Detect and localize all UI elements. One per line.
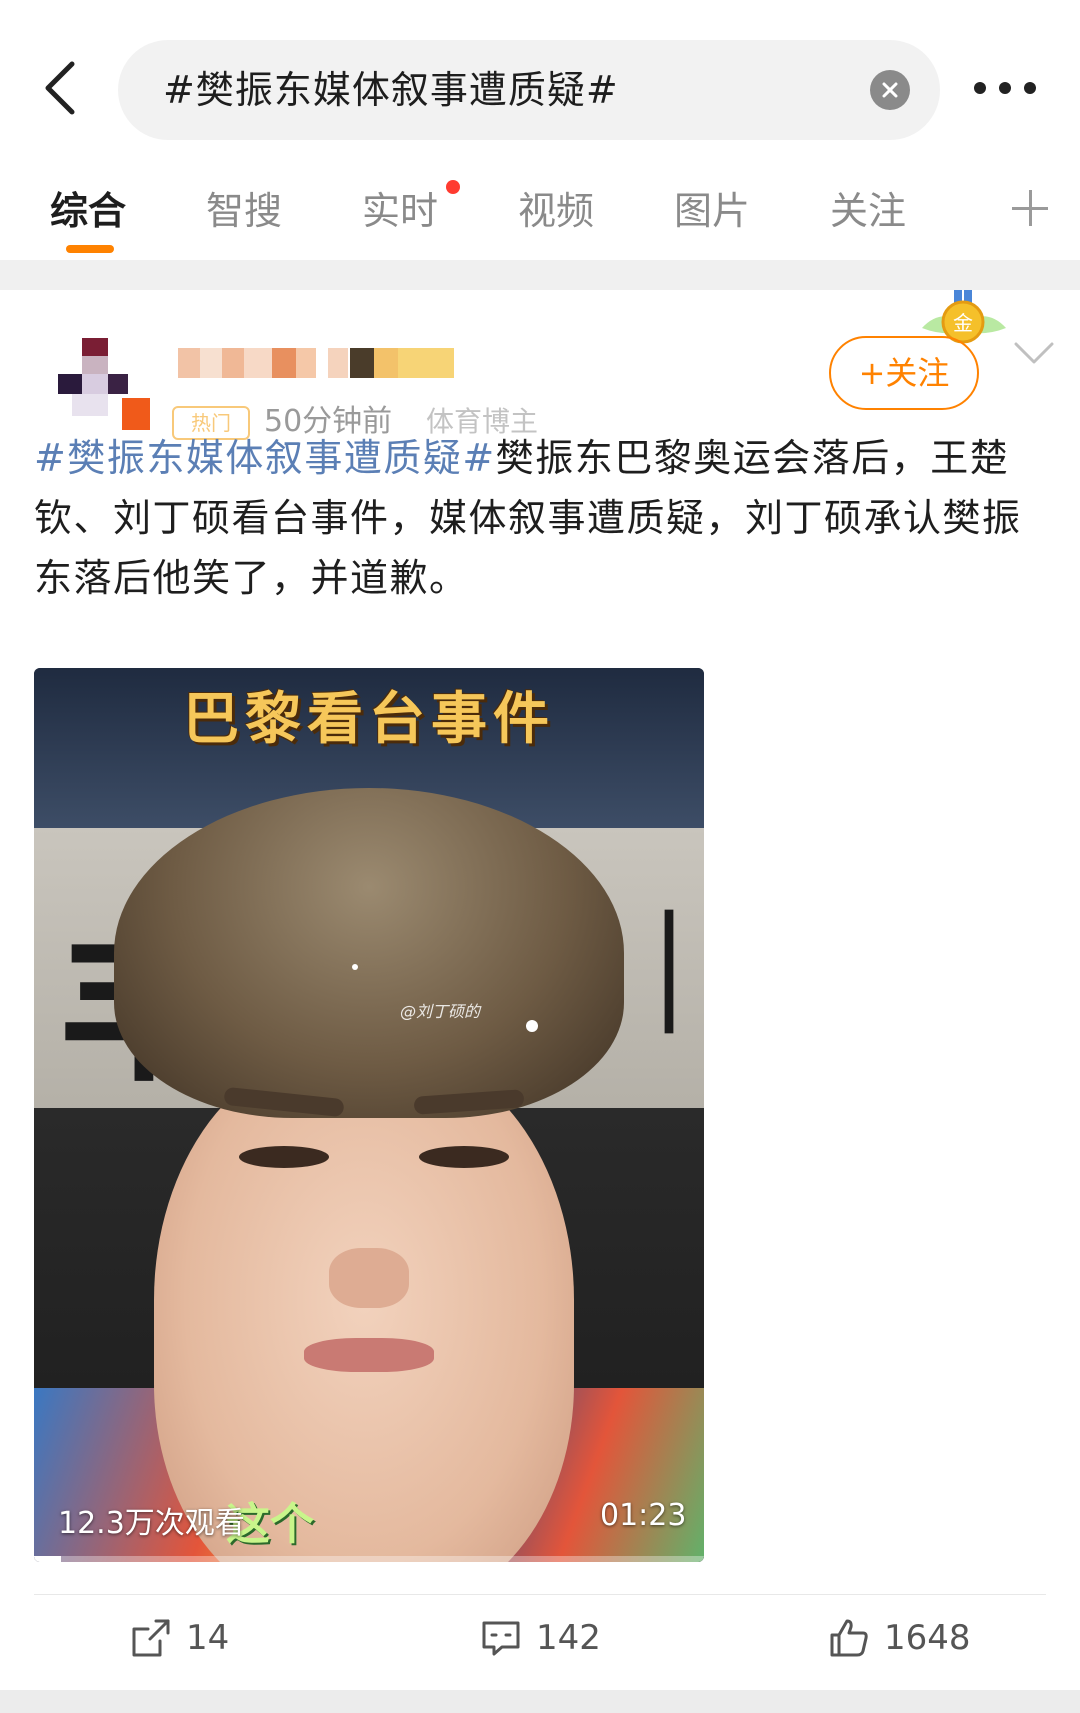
- search-query: #樊振东媒体叙事遭质疑#: [163, 68, 619, 112]
- eye-left: [239, 1146, 329, 1168]
- watermark-dot: [352, 964, 358, 970]
- tab-images[interactable]: 图片: [674, 180, 750, 235]
- video-watermark: @刘丁硕的: [400, 1002, 481, 1021]
- back-button[interactable]: [30, 48, 90, 128]
- repost-button[interactable]: 14: [130, 1608, 229, 1668]
- more-dot-icon: [974, 82, 986, 94]
- next-card-separator: [0, 1690, 1080, 1713]
- hashtag-link[interactable]: #樊振东媒体叙事遭质疑#: [34, 436, 496, 480]
- chevron-left-icon: [45, 61, 75, 115]
- comment-icon: [482, 1621, 520, 1656]
- eye-right: [419, 1146, 509, 1168]
- nose: [329, 1248, 409, 1308]
- username-pixelated[interactable]: [178, 340, 454, 382]
- repost-count: 14: [186, 1618, 230, 1658]
- search-input[interactable]: #樊振东媒体叙事遭质疑#: [118, 40, 940, 140]
- post-body: #樊振东媒体叙事遭质疑#樊振东巴黎奥运会落后，王楚钦、刘丁硕看台事件，媒体叙事遭…: [34, 428, 1050, 608]
- search-tabs: 综合 智搜 实时 视频 图片 关注: [0, 158, 1080, 260]
- active-tab-indicator: [66, 245, 114, 253]
- tab-smart-search[interactable]: 智搜: [206, 180, 282, 235]
- video-title-overlay: 巴黎看台事件: [183, 686, 555, 752]
- tab-realtime[interactable]: 实时: [362, 180, 438, 235]
- mouth: [304, 1338, 434, 1372]
- medal-label: 金: [953, 311, 973, 335]
- chevron-down-icon[interactable]: [1012, 338, 1056, 368]
- video-progress-bar[interactable]: [34, 1556, 704, 1562]
- video-view-count: 12.3万次观看: [58, 1506, 245, 1541]
- follow-button[interactable]: +关注: [829, 336, 979, 410]
- tab-comprehensive[interactable]: 综合: [50, 180, 126, 235]
- avatar[interactable]: [58, 338, 150, 430]
- comment-button[interactable]: 142: [480, 1608, 601, 1668]
- action-divider: [34, 1594, 1046, 1595]
- share-icon: [132, 1619, 170, 1657]
- person-hair: [114, 788, 624, 1118]
- clear-search-button[interactable]: [870, 70, 910, 110]
- tab-video[interactable]: 视频: [518, 180, 594, 235]
- video-duration: 01:23: [600, 1498, 687, 1533]
- top-bar: #樊振东媒体叙事遭质疑#: [0, 0, 1080, 158]
- add-tab-icon[interactable]: [1010, 188, 1050, 228]
- like-count: 1648: [884, 1618, 971, 1658]
- close-icon: [882, 82, 898, 98]
- watermark-dot: [526, 1020, 538, 1032]
- like-button[interactable]: 1648: [828, 1608, 971, 1668]
- video-progress-fill: [34, 1556, 61, 1562]
- tab-following[interactable]: 关注: [830, 180, 906, 235]
- more-dot-icon: [1024, 82, 1036, 94]
- more-options-button[interactable]: [970, 66, 1040, 110]
- comment-count: 142: [536, 1618, 601, 1658]
- thumbs-up-icon: [830, 1619, 868, 1657]
- video-player[interactable]: 丰 ｜ 巴黎看台事件 @刘丁硕的 这个 12.3万次观看 01:23: [34, 668, 704, 1562]
- post-card: 热门 50分钟前 体育博主 金 +关注 #樊振东媒体叙事遭质疑#樊振东巴黎奥运会…: [0, 290, 1080, 1690]
- realtime-notification-dot: [446, 180, 460, 194]
- more-dot-icon: [999, 82, 1011, 94]
